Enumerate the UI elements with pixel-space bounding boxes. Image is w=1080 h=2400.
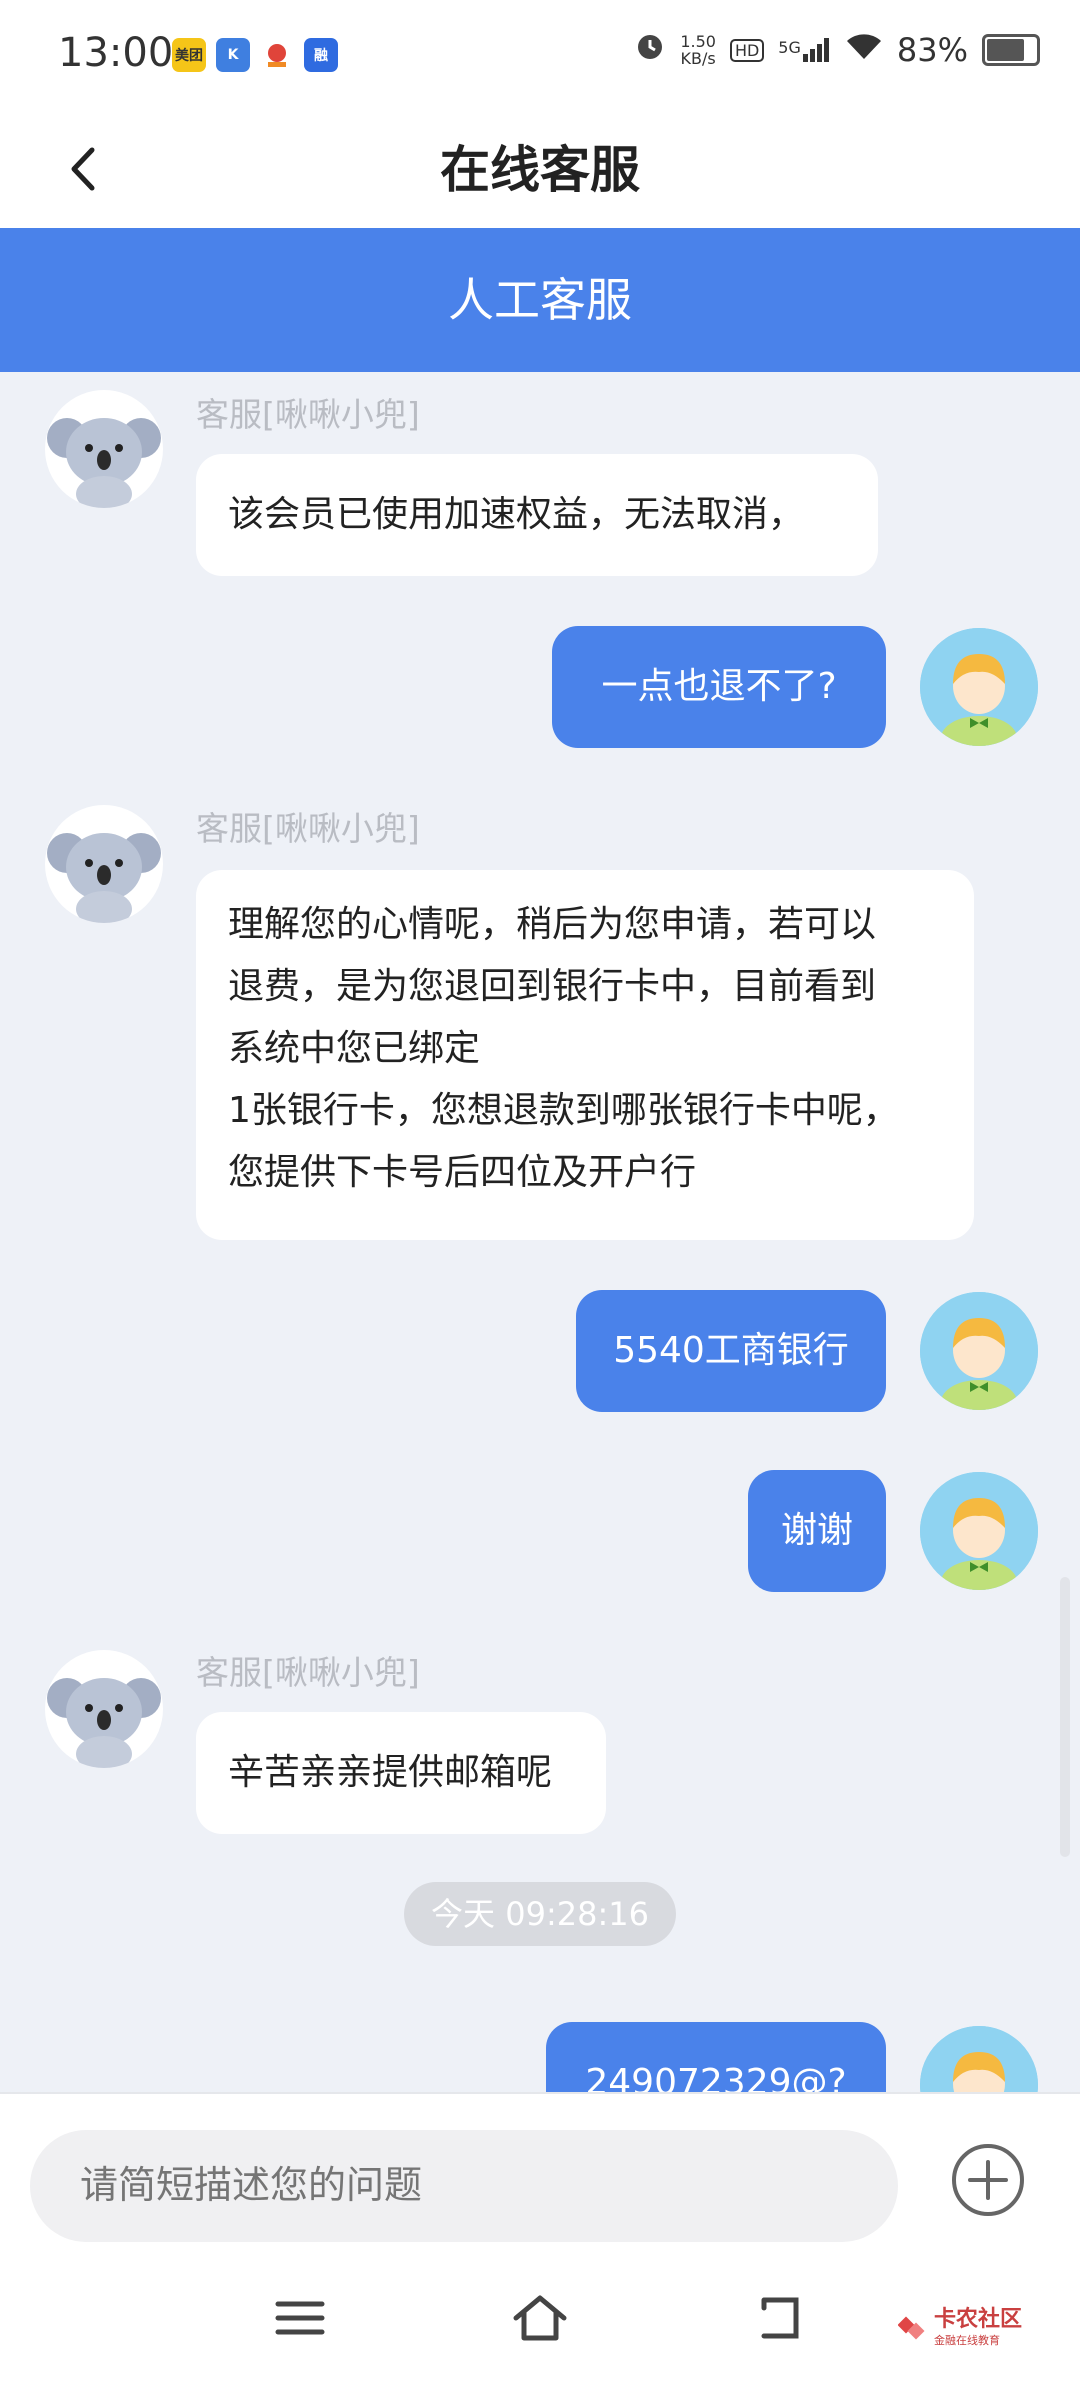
input-bar: [0, 2092, 1080, 2244]
status-bar: 13:00 美团 K 融 1.50 KB/s HD 5G 83%: [0, 0, 1080, 110]
message-line: 1张银行卡，您想退款到哪张银行卡中呢，: [228, 1090, 899, 1131]
status-time: 13:00: [58, 30, 174, 76]
return-icon: [761, 2297, 799, 2339]
battery-percent: 83%: [896, 31, 968, 69]
wifi-icon: [845, 31, 883, 69]
user-boy-icon: [920, 628, 1038, 746]
user-boy-icon: [920, 1292, 1038, 1410]
user-avatar: [920, 1472, 1038, 1590]
agent-name: 客服[啾啾小兜]: [196, 1653, 420, 1692]
add-attachment-button[interactable]: [950, 2142, 1026, 2218]
app-red-icon: [260, 38, 294, 72]
user-avatar: [920, 2026, 1038, 2092]
plus-circle-icon: [952, 2144, 1024, 2216]
meituan-icon: 美团: [172, 38, 206, 72]
watermark: 卡农社区 金融在线教育: [898, 2308, 1022, 2348]
status-indicators: 1.50 KB/s HD 5G 83%: [634, 30, 1040, 70]
network-speed: 1.50 KB/s: [680, 33, 716, 67]
message-line: 系统中您已绑定: [228, 1028, 481, 1069]
rong-app-icon: 融: [304, 38, 338, 72]
user-boy-icon: [920, 2026, 1038, 2092]
back-nav-button[interactable]: [750, 2288, 810, 2348]
home-icon: [513, 2295, 567, 2341]
agent-name: 客服[啾啾小兜]: [196, 395, 420, 434]
agent-message-bubble: 理解您的心情呢，稍后为您申请，若可以 退费，是为您退回到银行卡中，目前看到 系统…: [196, 870, 974, 1240]
signal-label: 5G: [778, 38, 801, 57]
home-button[interactable]: [510, 2288, 570, 2348]
battery-fill: [987, 39, 1024, 61]
k-app-icon: K: [216, 38, 250, 72]
agent-name: 客服[啾啾小兜]: [196, 809, 420, 848]
network-speed-unit: KB/s: [680, 49, 716, 68]
user-avatar: [920, 1292, 1038, 1410]
user-message-bubble: 一点也退不了?: [552, 626, 886, 748]
user-message-bubble: 谢谢: [748, 1470, 886, 1592]
watermark-text: 卡农社区 金融在线教育: [934, 2308, 1022, 2348]
menu-button[interactable]: [270, 2288, 330, 2348]
agent-avatar: [45, 805, 163, 923]
watermark-title: 卡农社区: [934, 2307, 1023, 2332]
message-line: 您提供下卡号后四位及开户行: [228, 1152, 697, 1193]
agent-avatar: [45, 390, 163, 508]
agent-avatar: [45, 1650, 163, 1768]
status-app-icons: 美团 K 融: [172, 38, 338, 72]
koala-icon: [47, 833, 161, 923]
message-input[interactable]: [30, 2130, 898, 2242]
chat-area[interactable]: 客服[啾啾小兜] 该会员已使用加速权益，无法取消， 一点也退不了? 客服[啾啾小…: [0, 372, 1080, 2092]
koala-icon: [47, 1678, 161, 1768]
chat-scrollbar[interactable]: [1060, 1577, 1070, 1857]
agent-message-bubble: 辛苦亲亲提供邮箱呢: [196, 1712, 606, 1834]
human-service-banner: 人工客服: [0, 228, 1080, 372]
hd-badge: HD: [729, 38, 765, 62]
agent-message-bubble: 该会员已使用加速权益，无法取消，: [196, 454, 878, 576]
user-avatar: [920, 628, 1038, 746]
message-line: 理解您的心情呢，稍后为您申请，若可以: [228, 904, 877, 945]
signal-indicator: 5G: [778, 38, 831, 62]
koala-icon: [47, 418, 161, 508]
alarm-icon: [634, 30, 666, 70]
kanong-logo-icon: [898, 2316, 925, 2340]
watermark-subtitle: 金融在线教育: [934, 2334, 1000, 2347]
page-title: 在线客服: [440, 141, 640, 199]
network-speed-value: 1.50: [680, 32, 716, 51]
battery-icon: [982, 34, 1040, 66]
menu-icon: [275, 2301, 325, 2335]
user-message-bubble: 5540工商银行: [576, 1290, 886, 1412]
nav-bar: 在线客服: [0, 110, 1080, 228]
message-line: 退费，是为您退回到银行卡中，目前看到: [228, 966, 877, 1007]
system-nav-bar: 卡农社区 金融在线教育: [0, 2242, 1080, 2400]
signal-bars-icon: [802, 38, 829, 62]
chat-timestamp: 今天 09:28:16: [404, 1882, 676, 1946]
user-boy-icon: [920, 1472, 1038, 1590]
user-message-bubble: 249072329@?: [546, 2022, 886, 2092]
